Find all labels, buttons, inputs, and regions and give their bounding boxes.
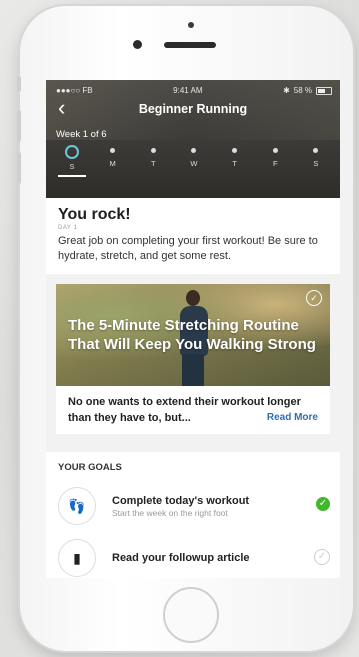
day-tab-wednesday[interactable]: W: [184, 148, 204, 171]
goal-title: Read your followup article: [112, 551, 250, 564]
day-tab-label: T: [232, 159, 237, 168]
article-headline: The 5-Minute Stretching Routine That Wil…: [68, 317, 316, 353]
day-tab-saturday[interactable]: S: [306, 148, 326, 171]
chevron-left-icon[interactable]: ‹: [58, 97, 65, 119]
read-more-link[interactable]: Read More: [267, 410, 318, 426]
check-outline-icon: ✓: [314, 549, 330, 565]
goal-title: Complete today's workout: [112, 494, 250, 507]
article-excerpt: No one wants to extend their workout lon…: [56, 386, 330, 434]
article-card[interactable]: ✓ The 5-Minute Stretching Routine That W…: [56, 284, 330, 434]
carrier-text: ●●●○○ FB: [56, 86, 93, 95]
day-tab-monday[interactable]: M: [103, 148, 123, 171]
day-dot-icon: [272, 148, 278, 153]
day-tab-label: S: [69, 162, 75, 171]
day-tab-sunday[interactable]: S: [58, 145, 86, 177]
goal-item-article[interactable]: ▮ Read your followup article ✓: [46, 533, 340, 578]
mute-switch: [17, 76, 21, 92]
battery-icon: [316, 86, 332, 95]
day-dot-icon: [313, 148, 319, 153]
plan-header: ●●●○○ FB 9:41 AM ✱ 58 % ‹ Beginner Runni…: [46, 80, 340, 198]
day-tab-friday[interactable]: F: [265, 148, 285, 171]
day-dot-icon: [232, 148, 238, 153]
celebration-message: Great job on completing your first worko…: [58, 235, 318, 262]
status-bar: ●●●○○ FB 9:41 AM ✱ 58 %: [46, 80, 340, 95]
goals-header: YOUR GOALS: [58, 462, 122, 473]
day-dot-icon: [110, 148, 116, 153]
day-label: DAY 1: [58, 225, 78, 231]
celebration-title: You rock!: [58, 206, 131, 223]
day-tab-label: M: [109, 159, 116, 168]
celebration-card: You rock! DAY 1 Great job on completing …: [46, 198, 340, 274]
check-icon: ✓: [316, 497, 330, 511]
home-button[interactable]: [163, 587, 219, 643]
camera-icon: [188, 22, 194, 28]
book-icon: ▮: [58, 539, 96, 577]
battery-percent: 58 %: [293, 86, 312, 95]
day-tab-label: T: [151, 159, 156, 168]
bluetooth-icon: ✱: [283, 86, 290, 95]
day-tab-label: S: [313, 159, 319, 168]
check-icon[interactable]: ✓: [306, 290, 322, 306]
article-image: ✓ The 5-Minute Stretching Routine That W…: [56, 284, 330, 386]
day-tab-label: W: [190, 159, 198, 168]
volume-down-button: [17, 152, 21, 184]
progress-ring-icon: [65, 145, 79, 159]
day-dot-icon: [150, 148, 156, 153]
goals-section: YOUR GOALS 👣 Complete today's workout St…: [46, 452, 340, 578]
speaker-grille: [164, 42, 216, 48]
footsteps-icon: 👣: [58, 487, 96, 525]
app-screen: ●●●○○ FB 9:41 AM ✱ 58 % ‹ Beginner Runni…: [46, 80, 340, 578]
day-tab-label: F: [272, 159, 278, 168]
day-tab-tuesday[interactable]: T: [143, 148, 163, 171]
volume-up-button: [17, 110, 21, 142]
status-right: ✱ 58 %: [283, 86, 332, 95]
day-selector: S M T W T F S: [46, 140, 340, 177]
goal-item-workout[interactable]: 👣 Complete today's workout Start the wee…: [46, 481, 340, 533]
page-title: Beginner Running: [138, 102, 248, 116]
day-dot-icon: [191, 148, 197, 153]
clock-text: 9:41 AM: [173, 86, 203, 95]
goal-subtitle: Start the week on the right foot: [112, 507, 228, 518]
title-bar: ‹ Beginner Running: [46, 95, 340, 123]
day-tab-thursday[interactable]: T: [225, 148, 245, 171]
front-camera-icon: [133, 40, 142, 49]
week-label: Week 1 of 6: [56, 129, 107, 140]
